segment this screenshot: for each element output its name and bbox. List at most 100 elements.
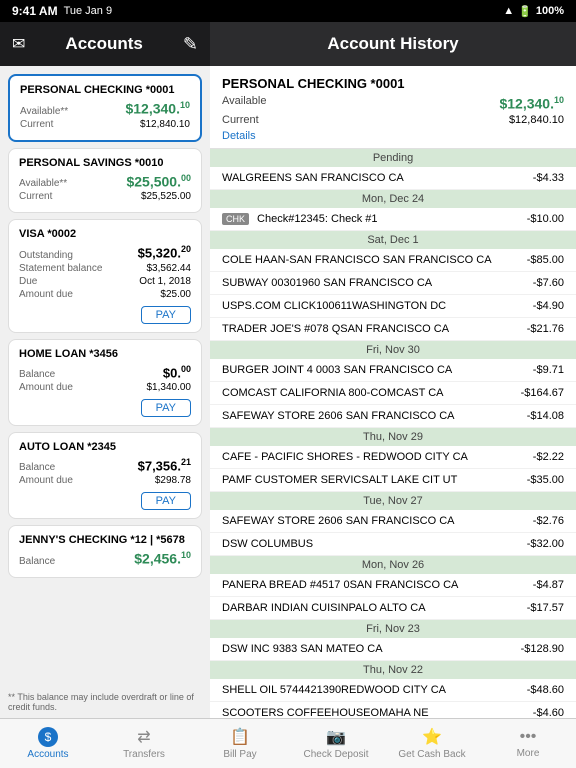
transaction-row[interactable]: DSW INC 9383 SAN MATEO CA -$128.90 xyxy=(210,638,576,661)
current-amount: $12,840.10 xyxy=(140,119,190,130)
account-card-visa[interactable]: VISA *0002 Outstanding $5,320.20 Stateme… xyxy=(8,219,202,332)
billpay-tab-icon: 📋 xyxy=(230,727,250,747)
transaction-row[interactable]: SHELL OIL 5744421390REDWOOD CITY CA -$48… xyxy=(210,679,576,702)
tx-amount: -$164.67 xyxy=(521,387,564,399)
transaction-row[interactable]: DARBAR INDIAN CUISINPALO ALTO CA -$17.57 xyxy=(210,597,576,620)
tx-name: PANERA BREAD #4517 0SAN FRANCISCO CA xyxy=(222,579,533,591)
tab-accounts[interactable]: $ Accounts xyxy=(0,719,96,768)
statement-label: Statement balance xyxy=(19,263,102,274)
transaction-row[interactable]: SAFEWAY STORE 2606 SAN FRANCISCO CA -$14… xyxy=(210,405,576,428)
tx-name: SUBWAY 00301960 SAN FRANCISCO CA xyxy=(222,277,533,289)
tab-more[interactable]: ••• More xyxy=(480,719,576,768)
section-header: Mon, Nov 26 xyxy=(210,556,576,574)
account-card-personal-savings[interactable]: PERSONAL SAVINGS *0010 Available** $25,5… xyxy=(8,148,202,214)
account-card-home-loan[interactable]: HOME LOAN *3456 Balance $0.00 Amount due… xyxy=(8,339,202,426)
section-header: Thu, Nov 29 xyxy=(210,428,576,446)
tx-amount: -$48.60 xyxy=(527,684,564,696)
due-label: Due xyxy=(19,276,37,287)
section-header: Pending xyxy=(210,149,576,167)
transaction-row[interactable]: DSW COLUMBUS -$32.00 xyxy=(210,533,576,556)
home-loan-pay-button[interactable]: PAY xyxy=(141,399,191,417)
section-header: Thu, Nov 22 xyxy=(210,661,576,679)
tx-amount: -$32.00 xyxy=(527,538,564,550)
left-header: ✉ Accounts ✎ xyxy=(0,22,210,66)
tx-amount: -$85.00 xyxy=(527,254,564,266)
available-label: Available** xyxy=(20,106,68,117)
account-name: HOME LOAN *3456 xyxy=(19,348,191,360)
transaction-row[interactable]: SUBWAY 00301960 SAN FRANCISCO CA -$7.60 xyxy=(210,272,576,295)
tx-name: SAFEWAY STORE 2606 SAN FRANCISCO CA xyxy=(222,515,533,527)
tx-name: DSW COLUMBUS xyxy=(222,538,527,550)
tab-checkdeposit[interactable]: 📷 Check Deposit xyxy=(288,719,384,768)
tx-amount: -$21.76 xyxy=(527,323,564,335)
account-card-jenny-checking[interactable]: JENNY'S CHECKING *12 | *5678 Balance $2,… xyxy=(8,525,202,578)
balance-amount: $0.00 xyxy=(163,364,191,380)
section-header: Sat, Dec 1 xyxy=(210,231,576,249)
accounts-tab-icon: $ xyxy=(38,727,58,747)
left-header-title: Accounts xyxy=(65,34,142,54)
transaction-row[interactable]: SAFEWAY STORE 2606 SAN FRANCISCO CA -$2.… xyxy=(210,510,576,533)
tx-name: SCOOTERS COFFEEHOUSEOMAHA NE xyxy=(222,707,533,718)
account-card-personal-checking[interactable]: PERSONAL CHECKING *0001 Available** $12,… xyxy=(8,74,202,142)
account-card-auto-loan[interactable]: AUTO LOAN *2345 Balance $7,356.21 Amount… xyxy=(8,432,202,519)
transaction-row[interactable]: PAMF CUSTOMER SERVICSALT LAKE CIT UT -$3… xyxy=(210,469,576,492)
tx-amount: -$4.90 xyxy=(533,300,564,312)
account-name: PERSONAL CHECKING *0001 xyxy=(20,84,190,96)
tx-name: COLE HAAN-SAN FRANCISCO SAN FRANCISCO CA xyxy=(222,254,527,266)
tx-amount: -$128.90 xyxy=(521,643,564,655)
transaction-row[interactable]: COLE HAAN-SAN FRANCISCO SAN FRANCISCO CA… xyxy=(210,249,576,272)
transaction-row[interactable]: CAFE - PACIFIC SHORES - REDWOOD CITY CA … xyxy=(210,446,576,469)
tx-name: WALGREENS SAN FRANCISCO CA xyxy=(222,172,533,184)
transaction-row[interactable]: USPS.COM CLICK100611WASHINGTON DC -$4.90 xyxy=(210,295,576,318)
tab-transfers[interactable]: ⇄ Transfers xyxy=(96,719,192,768)
balance-amount: $2,456.10 xyxy=(134,550,191,567)
tx-amount: -$9.71 xyxy=(533,364,564,376)
tab-getcashback[interactable]: ⭐ Get Cash Back xyxy=(384,719,480,768)
section-header: Fri, Nov 23 xyxy=(210,620,576,638)
amount-due: $298.78 xyxy=(155,475,191,486)
edit-icon[interactable]: ✎ xyxy=(183,34,198,55)
transactions-container: Pending WALGREENS SAN FRANCISCO CA -$4.3… xyxy=(210,149,576,718)
statement-amount: $3,562.44 xyxy=(147,263,192,274)
transaction-row[interactable]: TRADER JOE'S #078 QSAN FRANCISCO CA -$21… xyxy=(210,318,576,341)
tx-amount: -$4.87 xyxy=(533,579,564,591)
amount-due: $25.00 xyxy=(160,289,191,300)
visa-pay-button[interactable]: PAY xyxy=(141,306,191,324)
tx-name: BURGER JOINT 4 0003 SAN FRANCISCO CA xyxy=(222,364,533,376)
current-value: $12,840.10 xyxy=(509,114,564,126)
more-tab-icon: ••• xyxy=(520,728,537,746)
billpay-tab-label: Bill Pay xyxy=(223,749,256,760)
check-transaction-row[interactable]: CHK Check#12345: Check #1 -$10.00 xyxy=(210,208,576,231)
auto-loan-pay-button[interactable]: PAY xyxy=(141,492,191,510)
balance-label: Balance xyxy=(19,462,55,473)
transaction-row[interactable]: COMCAST CALIFORNIA 800-COMCAST CA -$164.… xyxy=(210,382,576,405)
checkdeposit-tab-label: Check Deposit xyxy=(303,749,368,760)
status-icons: ▲ 🔋 100% xyxy=(503,5,564,18)
details-link[interactable]: Details xyxy=(222,130,256,142)
tx-amount: -$2.22 xyxy=(533,451,564,463)
left-panel: ✉ Accounts ✎ PERSONAL CHECKING *0001 Ava… xyxy=(0,22,210,718)
transaction-list: PERSONAL CHECKING *0001 Available $12,34… xyxy=(210,66,576,718)
tx-name: SAFEWAY STORE 2606 SAN FRANCISCO CA xyxy=(222,410,527,422)
account-summary: PERSONAL CHECKING *0001 Available $12,34… xyxy=(210,66,576,149)
tab-billpay[interactable]: 📋 Bill Pay xyxy=(192,719,288,768)
account-name: JENNY'S CHECKING *12 | *5678 xyxy=(19,534,191,546)
checkdeposit-tab-icon: 📷 xyxy=(326,727,346,747)
transaction-row[interactable]: WALGREENS SAN FRANCISCO CA -$4.33 xyxy=(210,167,576,190)
available-value: $12,340.10 xyxy=(499,95,564,112)
transaction-row[interactable]: PANERA BREAD #4517 0SAN FRANCISCO CA -$4… xyxy=(210,574,576,597)
amount-due: $1,340.00 xyxy=(147,382,192,393)
amount-due-label: Amount due xyxy=(19,475,73,486)
tx-amount: -$14.08 xyxy=(527,410,564,422)
tx-name: PAMF CUSTOMER SERVICSALT LAKE CIT UT xyxy=(222,474,527,486)
outstanding-amount: $5,320.20 xyxy=(138,244,191,260)
transaction-row[interactable]: BURGER JOINT 4 0003 SAN FRANCISCO CA -$9… xyxy=(210,359,576,382)
tx-name: TRADER JOE'S #078 QSAN FRANCISCO CA xyxy=(222,323,527,335)
right-header-title: Account History xyxy=(327,34,458,54)
available-amount: $25,500.00 xyxy=(126,173,191,190)
tx-amount: -$4.33 xyxy=(533,172,564,184)
current-label: Current xyxy=(20,119,53,130)
account-name: AUTO LOAN *2345 xyxy=(19,441,191,453)
transaction-row[interactable]: SCOOTERS COFFEEHOUSEOMAHA NE -$4.60 xyxy=(210,702,576,718)
check-name: CHK Check#12345: Check #1 xyxy=(222,213,377,225)
